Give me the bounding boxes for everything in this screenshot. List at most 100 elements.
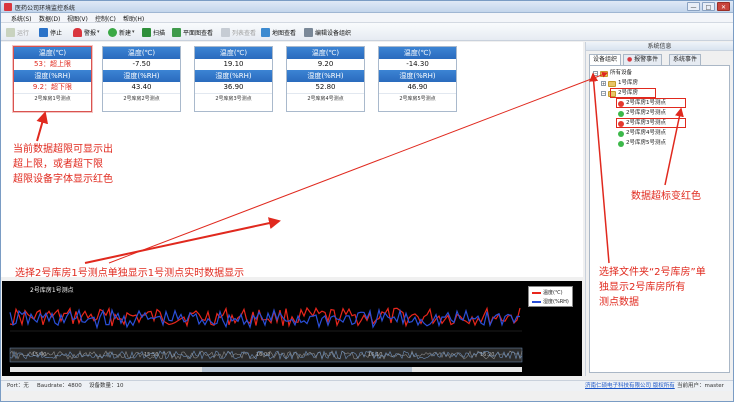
sensor-card[interactable]: 温度(℃) 9.20 湿度(%RH) 52.80 2号库房4号测点 [286,46,365,112]
map-view-label: 地图查看 [272,29,297,37]
sensor-card[interactable]: 温度(℃) -7.50 湿度(%RH) 43.40 2号库房2号测点 [102,46,181,112]
plan-view-label: 平面图查看 [183,29,214,37]
annotation-line: 当前数据超限可显示出 [13,144,113,155]
annotation-line: 超上限，或者超下限 [13,159,103,170]
new-button[interactable]: 新建 ▾ [108,26,135,38]
list-view-label: 列表查看 [232,29,257,37]
hum-header: 湿度(%RH) [287,70,364,82]
hum-value: 52.80 [315,83,336,91]
temp-value: -7.50 [132,60,151,68]
sensor-card[interactable]: 温度(℃) -14.30 湿度(%RH) 46.90 2号库房5号测点 [378,46,457,112]
point-highlight [616,98,686,108]
hum-header: 湿度(%RH) [379,70,456,82]
stop-button[interactable]: 停止 [39,26,62,38]
menu-bar: 系统(S) 数据(D) 视图(V) 控制(C) 帮助(H) [1,13,733,23]
system-info-panel: 系统信息 设备组织 ● 报警事件 系统事件 − 所有设备 + 1号库房 − 2号… [585,42,733,376]
edit-org-button[interactable]: 编辑设备组织 [304,26,351,38]
map-icon [261,27,270,37]
tree-point[interactable]: 2号库房5号测点 [618,139,666,148]
company-link[interactable]: 济南仁硕电子科技有限公司 版权所有 [585,381,675,392]
temp-header: 温度(℃) [103,47,180,59]
device-tree: − 所有设备 + 1号库房 − 2号库房 2号库房1号测点 2号库房2号测点 2… [589,65,730,373]
edit-org-label: 编辑设备组织 [315,29,352,37]
panel-title: 系统信息 [586,42,733,51]
scrollbar-thumb[interactable] [202,367,412,372]
annotation-line: 测点数据 [599,297,639,308]
stop-icon [39,27,48,37]
menu-help[interactable]: 帮助(H) [123,14,144,23]
sensor-card[interactable]: 温度(℃) 53：超上限 湿度(%RH) 9.2：超下限 2号库房1号测点 [13,46,92,112]
annotation-line: 选择文件夹“2号库房”单 [599,267,706,278]
collapse-icon[interactable]: − [593,71,598,76]
map-view-button[interactable]: 地图查看 [261,26,296,38]
annotation-line: 超限设备字体显示红色 [13,174,113,185]
menu-system[interactable]: 系统(S) [11,14,32,23]
select-annotation: 选择2号库房1号测点单独显示1号测点实时数据显示 [15,268,245,279]
status-dot-icon [618,130,624,137]
tree-point[interactable]: 2号库房2号测点 [618,109,666,118]
tree-root-label: 所有设备 [610,70,633,76]
status-dot-icon [618,140,624,147]
folder-highlight [610,88,656,98]
temp-header: 温度(℃) [14,47,91,59]
edit-icon [304,27,313,37]
plan-view-button[interactable]: 平面图查看 [172,26,213,38]
tab-alarm-events[interactable]: ● 报警事件 [623,54,663,65]
collapse-icon[interactable]: − [601,91,606,96]
tree-folder-1[interactable]: + 1号库房 [601,79,638,88]
alarm-label: 警报 [84,29,97,37]
hum-value: 43.40 [131,83,152,91]
hum-header: 湿度(%RH) [14,70,91,82]
series-line [9,307,521,330]
grid-icon [221,27,230,37]
chart-plot: 15:40 15:50 16:00 16:10 16:20 [9,306,523,372]
panel-tabs: 设备组织 ● 报警事件 系统事件 [589,54,731,66]
expand-icon[interactable]: + [601,81,606,86]
tab-system-events[interactable]: 系统事件 [669,54,702,65]
title-bar: 医药公司环境监控系统 — □ ✕ [1,1,733,13]
folder-icon [600,70,608,77]
play-icon [6,27,15,37]
sensor-name: 2号库房2号测点 [103,93,180,104]
list-view-button[interactable]: 列表查看 [221,26,256,38]
hum-value: 36.90 [223,83,244,91]
chevron-down-icon: ▾ [132,29,135,35]
sensor-name: 2号库房3号测点 [195,93,272,104]
menu-data[interactable]: 数据(D) [39,14,60,23]
hum-header: 湿度(%RH) [103,70,180,82]
temp-header: 温度(℃) [195,47,272,59]
tree-point-label: 2号库房5号测点 [626,140,666,146]
point-highlight [616,118,686,128]
menu-view[interactable]: 视图(V) [67,14,88,23]
chevron-down-icon: ▾ [97,29,100,35]
app-window: 医药公司环境监控系统 — □ ✕ 系统(S) 数据(D) 视图(V) 控制(C)… [0,0,734,402]
sensor-card[interactable]: 温度(℃) 19.10 湿度(%RH) 36.90 2号库房3号测点 [194,46,273,112]
run-button[interactable]: 运行 [6,26,29,38]
folder-icon [608,80,616,87]
close-button[interactable]: ✕ [717,2,730,11]
temp-value: 19.10 [223,60,244,68]
floor-plan-icon [172,27,181,37]
alarm-button[interactable]: 警报 ▾ [73,26,100,38]
add-icon [108,27,117,37]
run-label: 运行 [17,29,30,37]
scan-button[interactable]: 扫描 [142,26,165,38]
tree-root[interactable]: − 所有设备 [593,69,632,78]
alarm-bell-icon [73,27,82,37]
temp-value: 9.20 [317,60,334,68]
menu-control[interactable]: 控制(C) [95,14,116,23]
current-user: 当前用户：master [677,383,724,389]
minimize-button[interactable]: — [687,2,700,11]
app-icon [4,3,12,11]
annotation-line: 独显示2号库房所有 [599,282,686,293]
sensor-name: 2号库房5号测点 [379,93,456,104]
red-mark-annotation: 数据超标变红色 [631,191,701,202]
maximize-button[interactable]: □ [702,2,715,11]
tree-point[interactable]: 2号库房4号测点 [618,129,666,138]
monitor-area: 温度(℃) 53：超上限 湿度(%RH) 9.2：超下限 2号库房1号测点 温度… [1,42,583,279]
status-dot-icon [618,110,624,117]
scan-icon [142,27,151,37]
temp-value: -14.30 [406,60,429,68]
hum-value: 46.90 [407,83,428,91]
status-bar: Port：无 Baudrate：4800 设备数量：10 济南仁硕电子科技有限公… [1,380,733,391]
